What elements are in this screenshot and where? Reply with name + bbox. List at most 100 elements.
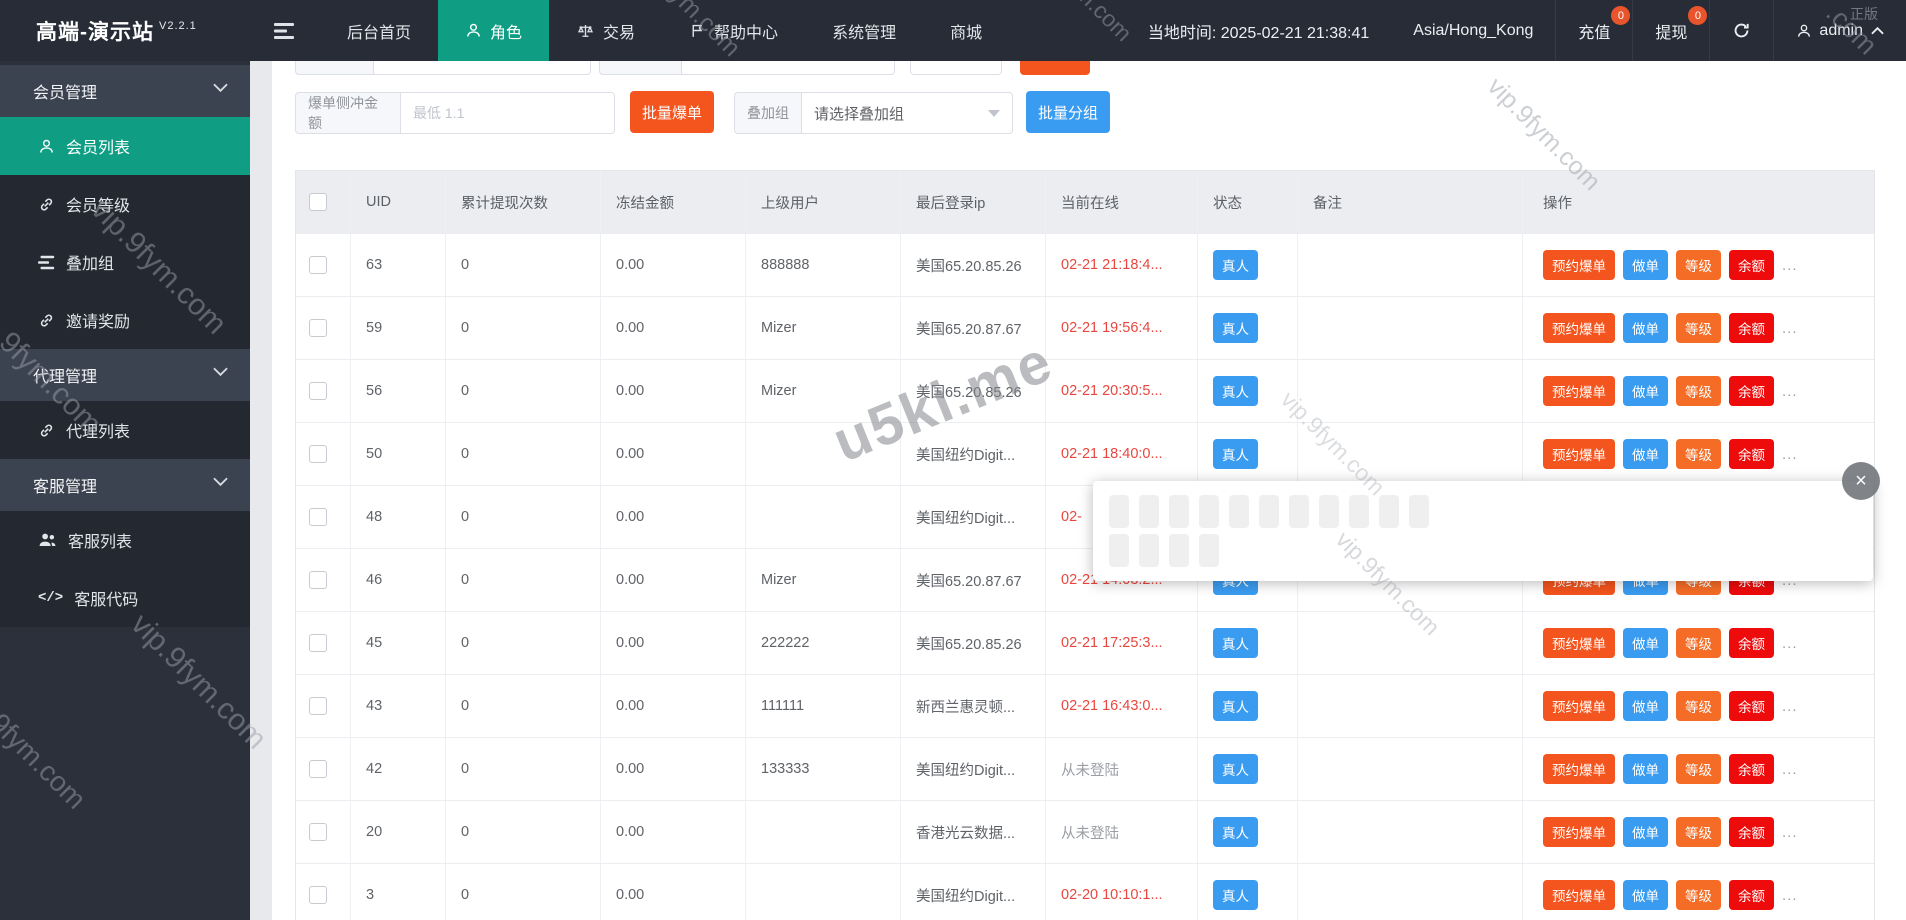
search-button[interactable] (1020, 61, 1090, 75)
sidebar-group-member[interactable]: 会员管理 (0, 65, 250, 117)
row-checkbox[interactable] (309, 760, 327, 778)
popup-action-button[interactable] (1169, 495, 1189, 528)
menu-item-help[interactable]: 帮助中心 (662, 0, 805, 61)
sidebar-collapse-button[interactable] (250, 0, 320, 61)
popup-action-button[interactable] (1259, 495, 1279, 528)
level-button[interactable]: 等级 (1676, 313, 1721, 343)
stack-group-select[interactable]: 请选择叠加组 (801, 92, 1013, 134)
level-button[interactable]: 等级 (1676, 691, 1721, 721)
make-order-button[interactable]: 做单 (1623, 439, 1668, 469)
reserve-burst-button[interactable]: 预约爆单 (1543, 691, 1615, 721)
make-order-button[interactable]: 做单 (1623, 691, 1668, 721)
more-actions-button[interactable]: ... (1782, 257, 1798, 274)
reserve-burst-button[interactable]: 预约爆单 (1543, 439, 1615, 469)
reserve-burst-button[interactable]: 预约爆单 (1543, 817, 1615, 847)
sidebar-item-invite-reward[interactable]: 邀请奖励 (0, 291, 250, 349)
sidebar-item-member-level[interactable]: 会员等级 (0, 175, 250, 233)
popup-close-button[interactable]: × (1842, 462, 1880, 500)
status-badge[interactable]: 真人 (1213, 880, 1258, 910)
sidebar-item-service-list[interactable]: 客服列表 (0, 511, 250, 569)
batch-burst-button[interactable]: 批量爆单 (630, 91, 714, 133)
row-checkbox[interactable] (309, 319, 327, 337)
sidebar-item-agent-list[interactable]: 代理列表 (0, 401, 250, 459)
level-button[interactable]: 等级 (1676, 439, 1721, 469)
popup-action-button[interactable] (1199, 534, 1219, 567)
more-actions-button[interactable]: ... (1782, 320, 1798, 337)
popup-action-button[interactable] (1319, 495, 1339, 528)
search-input-1[interactable] (373, 61, 591, 75)
balance-button[interactable]: 余额 (1729, 376, 1774, 406)
row-checkbox[interactable] (309, 823, 327, 841)
popup-action-button[interactable] (1349, 495, 1369, 528)
balance-button[interactable]: 余额 (1729, 691, 1774, 721)
sidebar-item-service-code[interactable]: </> 客服代码 (0, 569, 250, 627)
recharge-button[interactable]: 充值 0 (1555, 0, 1632, 61)
search-input-2[interactable] (681, 61, 895, 75)
row-checkbox[interactable] (309, 508, 327, 526)
reserve-burst-button[interactable]: 预约爆单 (1543, 628, 1615, 658)
popup-action-button[interactable] (1109, 534, 1129, 567)
row-checkbox[interactable] (309, 571, 327, 589)
make-order-button[interactable]: 做单 (1623, 250, 1668, 280)
popup-action-button[interactable] (1379, 495, 1399, 528)
level-button[interactable]: 等级 (1676, 754, 1721, 784)
admin-dropdown[interactable]: admin (1773, 0, 1906, 61)
status-badge[interactable]: 真人 (1213, 754, 1258, 784)
status-badge[interactable]: 真人 (1213, 376, 1258, 406)
menu-item-system[interactable]: 系统管理 (805, 0, 923, 61)
reserve-burst-button[interactable]: 预约爆单 (1543, 880, 1615, 910)
sidebar-item-member-list[interactable]: 会员列表 (0, 117, 250, 175)
reserve-burst-button[interactable]: 预约爆单 (1543, 754, 1615, 784)
status-badge[interactable]: 真人 (1213, 628, 1258, 658)
make-order-button[interactable]: 做单 (1623, 313, 1668, 343)
status-badge[interactable]: 真人 (1213, 313, 1258, 343)
balance-button[interactable]: 余额 (1729, 628, 1774, 658)
menu-item-trade[interactable]: 交易 (549, 0, 662, 61)
make-order-button[interactable]: 做单 (1623, 376, 1668, 406)
more-actions-button[interactable]: ... (1782, 698, 1798, 715)
refresh-button[interactable] (1709, 0, 1773, 61)
burst-amount-input[interactable] (400, 92, 615, 134)
popup-action-button[interactable] (1229, 495, 1249, 528)
row-checkbox[interactable] (309, 697, 327, 715)
more-actions-button[interactable]: ... (1782, 635, 1798, 652)
status-badge[interactable]: 真人 (1213, 439, 1258, 469)
sidebar-item-stack-group[interactable]: 叠加组 (0, 233, 250, 291)
popup-action-button[interactable] (1109, 495, 1129, 528)
level-button[interactable]: 等级 (1676, 880, 1721, 910)
search-type-select[interactable] (910, 61, 1002, 75)
reserve-burst-button[interactable]: 预约爆单 (1543, 376, 1615, 406)
more-actions-button[interactable]: ... (1782, 446, 1798, 463)
make-order-button[interactable]: 做单 (1623, 754, 1668, 784)
balance-button[interactable]: 余额 (1729, 754, 1774, 784)
sidebar-group-service[interactable]: 客服管理 (0, 459, 250, 511)
reserve-burst-button[interactable]: 预约爆单 (1543, 250, 1615, 280)
status-badge[interactable]: 真人 (1213, 250, 1258, 280)
balance-button[interactable]: 余额 (1729, 880, 1774, 910)
select-all-checkbox[interactable] (309, 193, 327, 211)
reserve-burst-button[interactable]: 预约爆单 (1543, 313, 1615, 343)
row-checkbox[interactable] (309, 382, 327, 400)
popup-action-button[interactable] (1139, 534, 1159, 567)
level-button[interactable]: 等级 (1676, 250, 1721, 280)
more-actions-button[interactable]: ... (1782, 887, 1798, 904)
row-checkbox[interactable] (309, 886, 327, 904)
balance-button[interactable]: 余额 (1729, 250, 1774, 280)
row-checkbox[interactable] (309, 634, 327, 652)
level-button[interactable]: 等级 (1676, 628, 1721, 658)
popup-action-button[interactable] (1169, 534, 1189, 567)
row-checkbox[interactable] (309, 445, 327, 463)
popup-action-button[interactable] (1139, 495, 1159, 528)
more-actions-button[interactable]: ... (1782, 383, 1798, 400)
sidebar-group-agent[interactable]: 代理管理 (0, 349, 250, 401)
popup-action-button[interactable] (1409, 495, 1429, 528)
popup-action-button[interactable] (1289, 495, 1309, 528)
menu-item-mall[interactable]: 商城 (923, 0, 1009, 61)
status-badge[interactable]: 真人 (1213, 691, 1258, 721)
balance-button[interactable]: 余额 (1729, 313, 1774, 343)
row-checkbox[interactable] (309, 256, 327, 274)
menu-item-role[interactable]: 角色 (438, 0, 550, 61)
popup-action-button[interactable] (1199, 495, 1219, 528)
balance-button[interactable]: 余额 (1729, 817, 1774, 847)
more-actions-button[interactable]: ... (1782, 824, 1798, 841)
